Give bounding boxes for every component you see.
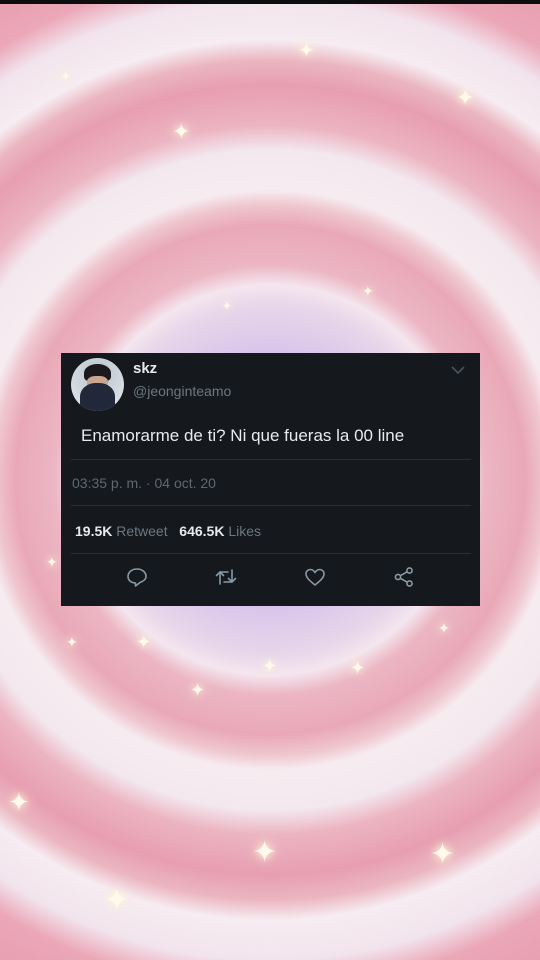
- top-edge-bar: [0, 0, 540, 4]
- avatar[interactable]: [71, 358, 124, 411]
- tweet-text-part1: Enamorarme de ti?: [81, 426, 231, 445]
- sparkle-decoration: ✦: [136, 632, 152, 653]
- like-count[interactable]: 646.5K: [179, 523, 224, 539]
- sparkle-decoration: ✦: [46, 555, 58, 571]
- heart-icon[interactable]: [303, 565, 327, 589]
- retweet-count[interactable]: 19.5K: [75, 523, 112, 539]
- tweet-actions: [61, 565, 480, 591]
- sparkle-decoration: ✦: [438, 621, 450, 637]
- sparkle-decoration: ✦: [252, 835, 278, 870]
- sparkle-decoration: ✦: [172, 120, 191, 145]
- divider: [71, 505, 471, 506]
- chevron-down-icon[interactable]: [451, 365, 465, 375]
- divider: [71, 553, 471, 554]
- sparkle-decoration: ✦: [60, 69, 72, 85]
- divider: [71, 459, 471, 460]
- sparkle-decoration: ✦: [66, 635, 78, 651]
- sparkle-decoration: ✦: [298, 38, 315, 62]
- tweet-text: Enamorarme de ti? Ni que fueras la 00 li…: [81, 426, 404, 446]
- retweet-label[interactable]: Retweet: [116, 523, 167, 539]
- tweet-text-part2: Ni que fueras la 00 line: [230, 426, 405, 445]
- sparkle-decoration: ✦: [104, 883, 130, 918]
- tweet-stats: 19.5K Retweet 646.5K Likes: [75, 523, 261, 539]
- sparkle-decoration: ✦: [362, 284, 374, 300]
- sparkle-decoration: ✦: [262, 656, 278, 677]
- tweet-card[interactable]: skz @jeonginteamo Enamorarme de ti? Ni q…: [61, 353, 480, 606]
- sparkle-decoration: ✦: [430, 837, 456, 872]
- sparkle-decoration: ✦: [350, 658, 366, 679]
- reply-icon[interactable]: [125, 565, 149, 589]
- user-handle[interactable]: @jeonginteamo: [133, 383, 231, 399]
- sparkle-decoration: ✦: [8, 788, 30, 818]
- display-name[interactable]: skz: [133, 360, 157, 377]
- sparkle-decoration: ✦: [222, 299, 233, 313]
- tweet-timestamp[interactable]: 03:35 p. m. · 04 oct. 20: [72, 475, 216, 491]
- sparkle-decoration: ✦: [190, 680, 206, 701]
- sparkle-decoration: ✦: [456, 86, 475, 111]
- share-icon[interactable]: [392, 565, 416, 589]
- like-label[interactable]: Likes: [228, 523, 261, 539]
- retweet-icon[interactable]: [214, 565, 238, 589]
